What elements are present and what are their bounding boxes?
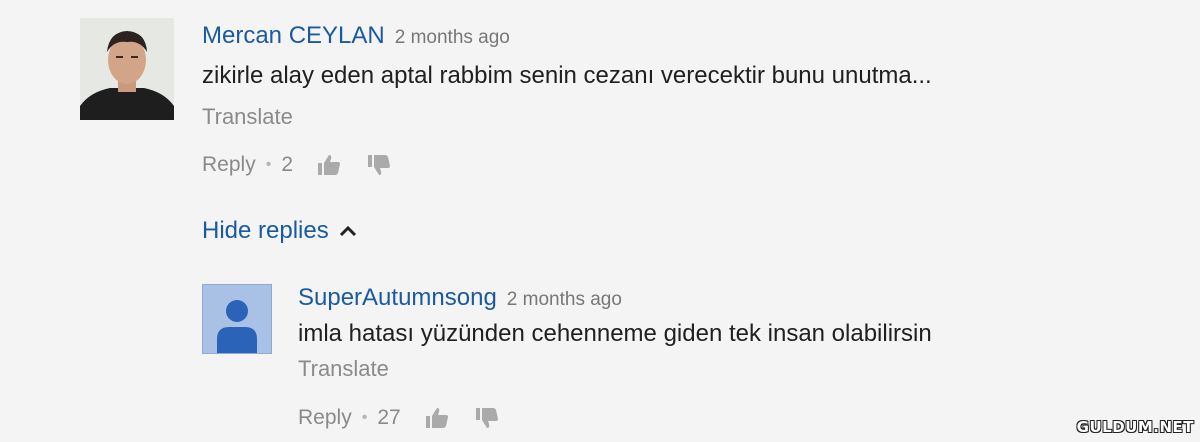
avatar[interactable]	[80, 18, 174, 120]
comment-item: Mercan CEYLAN 2 months ago zikirle alay e…	[0, 0, 1200, 200]
reply-header: SuperAutumnsong 2 months ago	[298, 284, 622, 312]
hide-replies-label: Hide replies	[202, 217, 329, 244]
thumbs-up-icon[interactable]	[317, 154, 341, 176]
reply-item: SuperAutumnsong 2 months ago imla hatası …	[0, 270, 1200, 442]
separator-dot: •	[361, 409, 368, 426]
separator-dot: •	[265, 156, 272, 173]
like-count: 27	[377, 406, 401, 429]
like-count: 2	[281, 153, 293, 176]
reply-text: imla hatası yüzünden cehenneme giden tek…	[298, 320, 932, 347]
reply-button[interactable]: Reply	[298, 406, 352, 430]
reply-actions: Reply • 27	[298, 406, 525, 430]
translate-link[interactable]: Translate	[298, 356, 389, 382]
person-photo-icon	[80, 18, 174, 120]
thumbs-down-icon[interactable]	[367, 154, 391, 176]
thumbs-up-icon[interactable]	[425, 407, 449, 429]
comment-header: Mercan CEYLAN 2 months ago	[202, 22, 510, 50]
comment-actions: Reply • 2	[202, 153, 417, 177]
timestamp[interactable]: 2 months ago	[395, 27, 510, 48]
thumbs-down-icon[interactable]	[475, 407, 499, 429]
avatar[interactable]	[202, 284, 272, 354]
author-name[interactable]: SuperAutumnsong	[298, 284, 497, 311]
default-user-icon	[203, 285, 271, 353]
reply-button[interactable]: Reply	[202, 153, 256, 177]
translate-link[interactable]: Translate	[202, 104, 293, 130]
comment-text: zikirle alay eden aptal rabbim senin cez…	[202, 62, 932, 89]
watermark-logo: GULDUM.NET	[1076, 418, 1194, 436]
author-name[interactable]: Mercan CEYLAN	[202, 22, 385, 49]
timestamp[interactable]: 2 months ago	[507, 289, 622, 310]
hide-replies-button[interactable]: Hide replies	[202, 217, 357, 245]
chevron-up-icon	[339, 225, 356, 237]
